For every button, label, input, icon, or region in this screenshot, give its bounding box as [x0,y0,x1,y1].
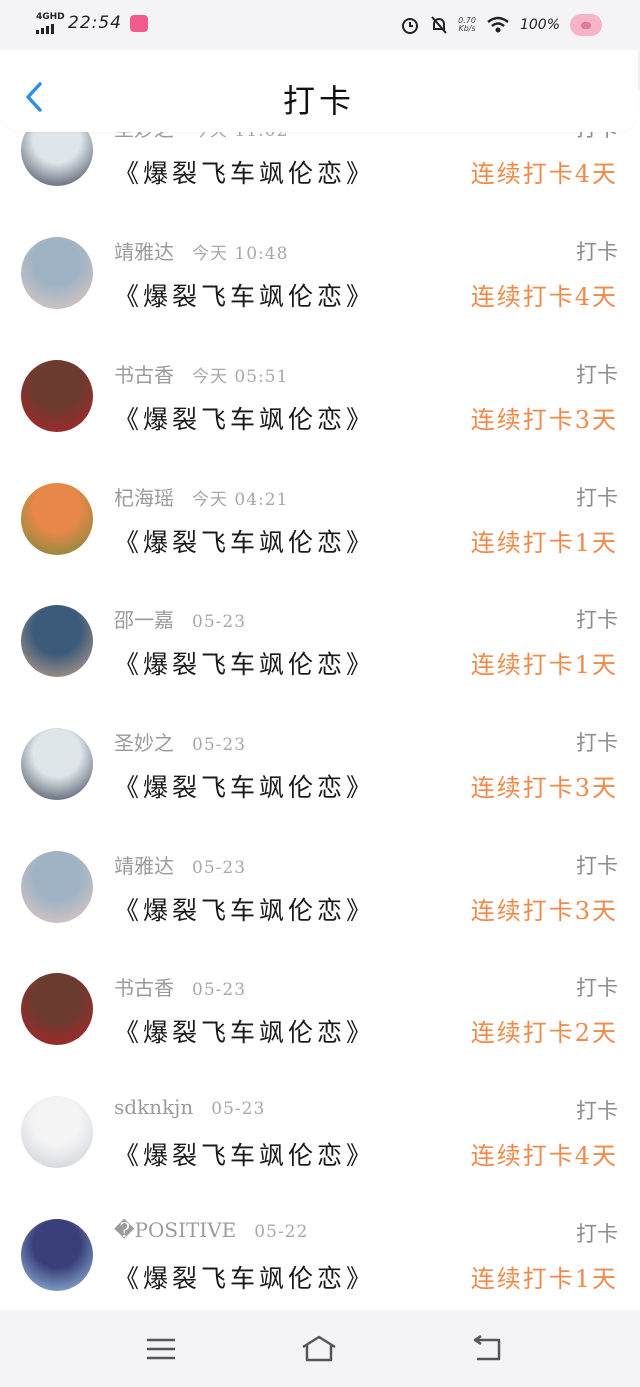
user-name[interactable]: 靖雅达 [114,240,174,264]
streak-count: 连续打卡1天 [470,529,618,557]
app-notification-icon [130,14,148,32]
user-name[interactable]: 靖雅达 [114,854,174,878]
avatar[interactable] [21,237,93,309]
system-nav-bar [0,1310,640,1387]
user-meta: 靖雅达 今天 10:48 [114,236,288,265]
checkin-label: 打卡 [576,608,618,632]
checkin-date: 今天 04:21 [192,490,289,510]
checkin-date: 05-23 [192,612,247,632]
status-bar: 4GHD 22:54 0.70 Kb/s 100% [0,0,640,50]
book-title[interactable]: 《爆裂飞车飒伦恋》 [114,645,375,681]
book-title[interactable]: 《爆裂飞车飒伦恋》 [114,768,375,804]
list-item[interactable]: 书古香 今天 05:51 打卡《爆裂飞车飒伦恋》 连续打卡3天 [0,336,640,460]
user-name[interactable]: �POSITIVE [114,1218,236,1242]
book-title[interactable]: 《爆裂飞车飒伦恋》 [114,1136,375,1172]
user-meta: �POSITIVE 05-22 [114,1218,308,1242]
checkin-date: 05-23 [211,1099,266,1119]
user-meta: 书古香 今天 05:51 [114,359,288,388]
streak-count: 连续打卡1天 [470,651,618,679]
book-title[interactable]: 《爆裂飞车飒伦恋》 [114,154,375,190]
checkin-label: 打卡 [576,854,618,878]
avatar[interactable] [21,1096,93,1168]
checkin-label: 打卡 [576,240,618,264]
checkin-date: 05-22 [254,1222,309,1242]
avatar[interactable] [21,605,93,677]
user-meta: 杞海瑶 今天 04:21 [114,482,288,511]
checkin-date: 今天 05:51 [192,367,289,387]
streak-count: 连续打卡2天 [470,1019,618,1047]
app-header: 打卡 [0,50,638,132]
list-item[interactable]: 靖雅达 05-23 打卡《爆裂飞车飒伦恋》 连续打卡3天 [0,827,640,951]
book-title[interactable]: 《爆裂飞车飒伦恋》 [114,523,375,559]
checkin-date: 05-23 [192,735,247,755]
streak-count: 连续打卡4天 [470,283,618,311]
home-icon[interactable] [299,1332,339,1366]
list-item[interactable]: sdknkjn 05-23 打卡《爆裂飞车飒伦恋》 连续打卡4天 [0,1072,640,1196]
avatar[interactable] [21,1219,93,1291]
battery-level: 100% [519,17,560,33]
list-item[interactable]: 杞海瑶 今天 04:21 打卡《爆裂飞车飒伦恋》 连续打卡1天 [0,459,640,583]
user-meta: 书古香 05-23 [114,972,246,1001]
mute-icon [431,16,447,34]
user-meta: 邵一嘉 05-23 [114,604,246,633]
avatar[interactable] [21,973,93,1045]
streak-count: 连续打卡4天 [470,160,618,188]
list-item[interactable]: �POSITIVE 05-22 打卡《爆裂飞车飒伦恋》 连续打卡1天 [0,1195,640,1319]
streak-count: 连续打卡3天 [470,406,618,434]
streak-count: 连续打卡1天 [470,1265,618,1293]
avatar[interactable] [21,360,93,432]
checkin-date: 今天 10:48 [192,244,289,264]
book-title[interactable]: 《爆裂飞车飒伦恋》 [114,400,375,436]
avatar[interactable] [21,483,93,555]
list-item[interactable]: 圣妙之 05-23 打卡《爆裂飞车飒伦恋》 连续打卡3天 [0,704,640,828]
list-item[interactable]: 邵一嘉 05-23 打卡《爆裂飞车飒伦恋》 连续打卡1天 [0,581,640,705]
return-icon[interactable] [467,1332,507,1366]
list-item[interactable]: 书古香 05-23 打卡《爆裂飞车飒伦恋》 连续打卡2天 [0,949,640,1073]
user-name[interactable]: 圣妙之 [114,731,174,755]
pig-icon [570,14,602,36]
book-title[interactable]: 《爆裂飞车飒伦恋》 [114,277,375,313]
user-meta: sdknkjn 05-23 [114,1095,265,1119]
avatar[interactable] [21,728,93,800]
checkin-label: 打卡 [576,1222,618,1246]
avatar[interactable] [21,851,93,923]
user-name[interactable]: 邵一嘉 [114,608,174,632]
user-name[interactable]: 杞海瑶 [114,486,174,510]
checkin-label: 打卡 [576,976,618,1000]
streak-count: 连续打卡3天 [470,897,618,925]
wifi-icon [487,16,509,33]
menu-icon[interactable] [141,1332,181,1366]
page-title: 打卡 [282,82,355,120]
alarm-icon [402,18,419,34]
user-name[interactable]: 书古香 [114,363,174,387]
streak-count: 连续打卡4天 [470,1142,618,1170]
user-name[interactable]: sdknkjn [114,1095,193,1119]
checkin-date: 05-23 [192,980,247,1000]
checkin-date: 05-23 [192,858,247,878]
checkin-label: 打卡 [576,486,618,510]
user-meta: 靖雅达 05-23 [114,850,246,879]
book-title[interactable]: 《爆裂飞车飒伦恋》 [114,1013,375,1049]
checkin-label: 打卡 [576,731,618,755]
user-meta: 圣妙之 05-23 [114,727,246,756]
streak-count: 连续打卡3天 [470,774,618,802]
checkin-label: 打卡 [576,363,618,387]
signal-icon: 4GHD [36,12,65,34]
clock: 22:54 [68,13,122,33]
net-speed: 0.70 Kb/s [458,16,476,33]
list-item[interactable]: 靖雅达 今天 10:48 打卡《爆裂飞车飒伦恋》 连续打卡4天 [0,213,640,337]
book-title[interactable]: 《爆裂飞车飒伦恋》 [114,1259,375,1295]
book-title[interactable]: 《爆裂飞车飒伦恋》 [114,891,375,927]
user-name[interactable]: 书古香 [114,976,174,1000]
checkin-label: 打卡 [576,1099,618,1123]
network-type: 4GHD [36,12,65,22]
